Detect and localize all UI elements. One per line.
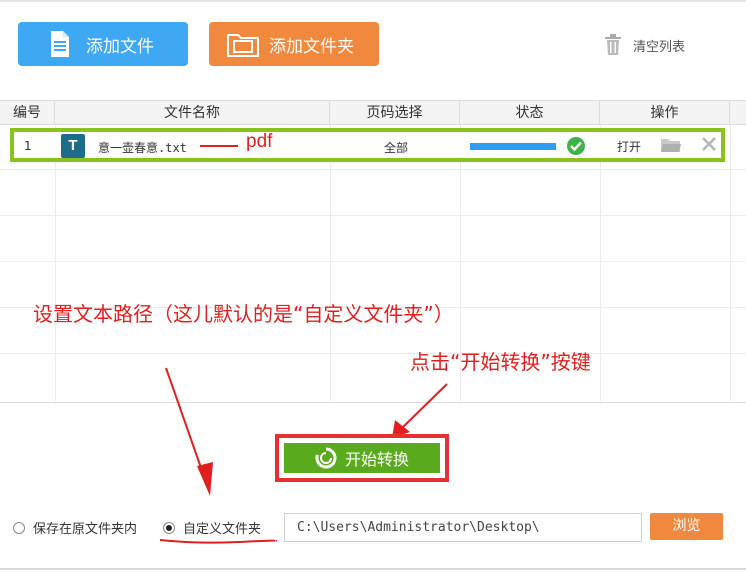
remove-icon[interactable] [700, 135, 718, 153]
radio-indicator-selected[interactable] [163, 521, 175, 534]
annotation-target-format: pdf [246, 131, 273, 152]
column-header-pages: 页码选择 [330, 101, 460, 125]
trash-icon [603, 34, 625, 56]
open-folder-icon[interactable] [660, 136, 682, 154]
section-divider [0, 402, 746, 403]
column-header-index: 编号 [0, 101, 55, 125]
add-folder-label: 添加文件夹 [269, 36, 354, 57]
start-convert-label: 开始转换 [344, 450, 409, 469]
check-circle-icon [566, 136, 586, 156]
column-header-filename: 文件名称 [55, 101, 330, 125]
browse-button[interactable]: 浏览 [650, 513, 723, 540]
add-folder-button[interactable]: 添加文件夹 [209, 22, 379, 66]
start-convert-button[interactable]: 开始转换 [284, 443, 440, 473]
text-file-icon: T [61, 134, 85, 158]
folder-icon [223, 22, 263, 66]
progress-bar [470, 143, 556, 150]
document-icon [40, 22, 80, 66]
annotation-path-note: 设置文本路径（这儿默认的是“自定义文件夹”） [33, 302, 454, 326]
annotation-underline [159, 539, 278, 544]
bottom-border [0, 568, 746, 570]
output-path-field[interactable]: C:\Users\Administrator\Desktop\ [284, 513, 642, 542]
clear-list-button[interactable]: 清空列表 [603, 34, 685, 56]
table-row[interactable]: 1 T 意一壶春意.txt pdf 全部 打开 [10, 128, 725, 162]
add-file-label: 添加文件 [86, 36, 154, 57]
radio-custom-folder-label: 自定义文件夹 [183, 522, 262, 537]
start-button-highlight: 开始转换 [275, 434, 449, 482]
radio-save-original-label: 保存在原文件夹内 [33, 522, 138, 537]
radio-save-original[interactable]: 保存在原文件夹内 [13, 518, 137, 537]
add-file-button[interactable]: 添加文件 [18, 22, 188, 66]
annotation-dash [200, 145, 238, 147]
clear-list-label: 清空列表 [633, 39, 686, 55]
file-name: 意一壶春意.txt [98, 141, 187, 155]
annotation-start-note: 点击“开始转换”按键 [410, 350, 591, 374]
table-header: 编号 文件名称 页码选择 状态 操作 [0, 101, 746, 125]
radio-custom-folder[interactable]: 自定义文件夹 [163, 518, 261, 537]
radio-indicator[interactable] [13, 521, 25, 534]
column-header-actions: 操作 [600, 101, 730, 125]
top-border [0, 0, 746, 2]
row-index: 1 [24, 139, 32, 153]
refresh-icon [315, 447, 337, 469]
open-file-link[interactable]: 打开 [617, 138, 641, 155]
page-selection[interactable]: 全部 [384, 139, 408, 156]
progress-fill [470, 143, 556, 150]
column-header-status: 状态 [460, 101, 600, 125]
